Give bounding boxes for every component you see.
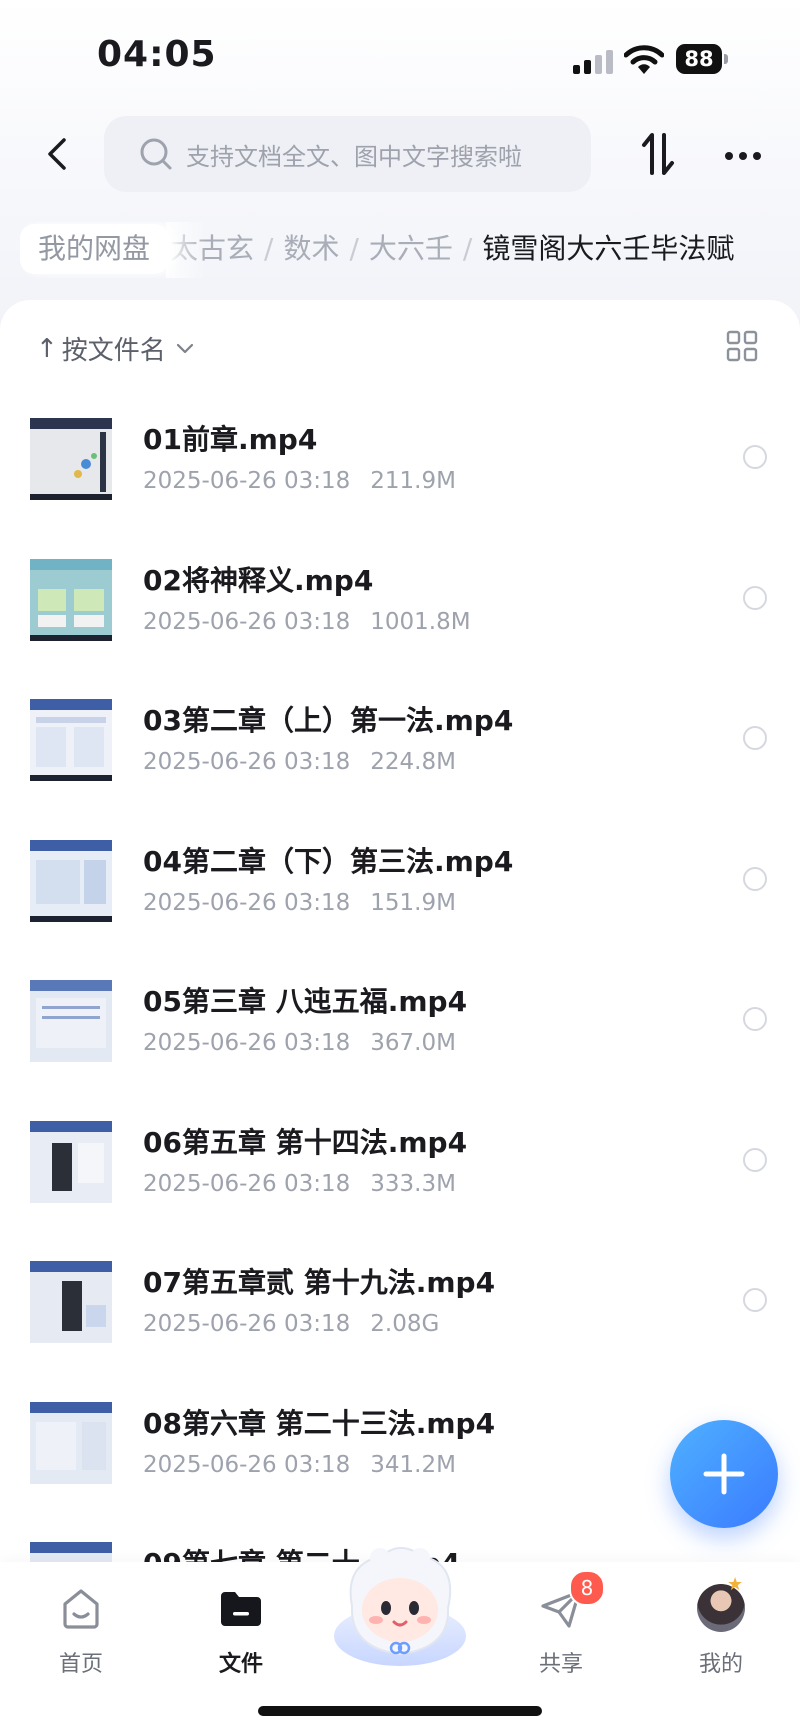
sort-direction: ↑ <box>36 333 58 364</box>
cellular-signal-icon <box>573 50 615 74</box>
tab-share[interactable]: 8 共享 <box>506 1570 616 1694</box>
chevron-down-icon <box>176 343 193 353</box>
select-checkbox[interactable] <box>743 445 767 469</box>
wifi-icon <box>623 44 665 76</box>
search-input[interactable]: 支持文档全文、图中文字搜索啦 <box>104 116 591 192</box>
grid-view-icon[interactable] <box>726 330 758 362</box>
chevron-left-icon <box>48 138 66 170</box>
tab-me[interactable]: ★ 我的 <box>666 1574 776 1694</box>
home-indicator <box>258 1706 542 1716</box>
select-checkbox[interactable] <box>743 585 767 610</box>
home-icon <box>63 1589 99 1629</box>
file-meta: 2025-06-26 03:18 151.9M <box>143 889 456 916</box>
avatar: ★ <box>697 1574 745 1632</box>
file-row[interactable]: 02将神释义.mp4 2025-06-26 03:18 1001.8M <box>0 551 800 692</box>
status-time: 04:05 <box>97 34 217 75</box>
tab-share-label: 共享 <box>538 1652 583 1677</box>
plus-icon <box>703 1453 745 1495</box>
file-meta: 2025-06-26 03:18 341.2M <box>143 1451 456 1478</box>
file-meta: 2025-06-26 03:18 367.0M <box>143 1030 456 1056</box>
file-name: 05第三章 八迍五福.mp4 <box>143 985 468 1018</box>
breadcrumb-item[interactable]: 数术 <box>283 232 339 265</box>
video-thumbnail <box>30 1120 112 1203</box>
tab-home-label: 首页 <box>58 1652 103 1677</box>
file-name: 03第二章（上）第一法.mp4 <box>143 704 514 737</box>
sort-arrows-icon <box>642 133 674 175</box>
select-checkbox[interactable] <box>743 726 767 750</box>
file-meta: 2025-06-26 03:18 211.9M <box>143 468 456 494</box>
search-icon <box>140 138 172 170</box>
file-row[interactable]: 01前章.mp4 2025-06-26 03:18 211.9M <box>0 410 800 551</box>
breadcrumb-trail: 太古玄 / 数术 / 大六壬 / 镜雪阁大六壬毕法赋 <box>170 232 735 265</box>
file-name: 04第二章（下）第三法.mp4 <box>143 844 514 878</box>
folder-icon <box>221 1592 261 1626</box>
ai-assistant-mascot[interactable] <box>330 1536 470 1676</box>
file-name: 02将神释义.mp4 <box>143 563 374 597</box>
breadcrumb-root[interactable]: 我的网盘 <box>20 224 169 274</box>
file-row[interactable]: 03第二章（上）第一法.mp4 2025-06-26 03:18 224.8M <box>0 691 800 832</box>
file-row[interactable]: 06第五章 第十四法.mp4 2025-06-26 03:18 333.3M <box>0 1113 800 1254</box>
video-thumbnail <box>30 558 112 641</box>
battery-level: 88 <box>676 44 722 74</box>
video-thumbnail <box>30 1542 112 1562</box>
video-thumbnail <box>30 1401 112 1484</box>
status-bar: 04:05 88 <box>0 0 800 110</box>
star-icon: ★ <box>727 1574 744 1595</box>
tab-files-label: 文件 <box>218 1652 263 1677</box>
file-panel: ↑ 按文件名 01前章.mp4 2025-06-26 03:18211.9M <box>0 300 800 1562</box>
notification-badge: 8 <box>569 1570 605 1606</box>
file-meta: 2025-06-26 03:18 2.08G <box>143 1311 440 1337</box>
file-name: 08第六章 第二十三法.mp4 <box>143 1406 496 1440</box>
select-checkbox[interactable] <box>743 1147 767 1172</box>
file-row[interactable]: 05第三章 八迍五福.mp4 2025-06-26 03:18 367.0M <box>0 972 800 1113</box>
file-list: 01前章.mp4 2025-06-26 03:18 211.9M 02将神释义.m… <box>0 410 800 1562</box>
navigation-bar: 支持文档全文、图中文字搜索啦 <box>0 112 800 198</box>
search-placeholder: 支持文档全文、图中文字搜索啦 <box>186 142 522 171</box>
file-row[interactable]: 04第二章（下）第三法.mp4 2025-06-26 03:18 151.9M <box>0 832 800 973</box>
back-button[interactable] <box>30 126 86 182</box>
sort-label: 按文件名 <box>61 336 166 366</box>
file-meta: 2025-06-26 03:18 333.3M <box>143 1170 456 1197</box>
select-checkbox[interactable] <box>743 1288 767 1312</box>
video-thumbnail <box>30 1261 112 1343</box>
add-button[interactable] <box>670 1420 778 1528</box>
file-name: 06第五章 第十四法.mp4 <box>143 1125 468 1159</box>
select-checkbox[interactable] <box>743 1007 767 1031</box>
tab-files[interactable]: 文件 <box>186 1584 296 1694</box>
file-row[interactable]: 07第五章贰 第十九法.mp4 2025-06-26 03:18 2.08G <box>0 1253 800 1394</box>
video-thumbnail <box>30 699 112 781</box>
more-dots-icon <box>722 145 764 164</box>
file-meta: 2025-06-26 03:18 1001.8M <box>143 608 471 635</box>
breadcrumb: 太古玄 / 数术 / 大六壬 / 镜雪阁大六壬毕法赋 我的网盘 <box>0 222 800 278</box>
breadcrumb-item[interactable]: 大六壬 <box>369 232 453 265</box>
battery-icon: 88 <box>676 44 728 74</box>
video-thumbnail <box>30 839 112 922</box>
file-name: 01前章.mp4 <box>143 423 318 456</box>
sort-dropdown[interactable]: ↑ 按文件名 <box>36 330 194 367</box>
select-checkbox[interactable] <box>743 866 767 891</box>
breadcrumb-current: 镜雪阁大六壬毕法赋 <box>482 232 735 265</box>
tab-home[interactable]: 首页 <box>26 1584 136 1694</box>
file-meta: 2025-06-26 03:18 224.8M <box>143 749 456 775</box>
video-thumbnail <box>30 980 112 1062</box>
file-name: 07第五章贰 第十九法.mp4 <box>143 1266 496 1299</box>
video-thumbnail <box>30 418 112 500</box>
sort-button[interactable] <box>630 124 686 184</box>
tab-me-label: 我的 <box>698 1652 743 1677</box>
more-button[interactable] <box>718 132 768 176</box>
